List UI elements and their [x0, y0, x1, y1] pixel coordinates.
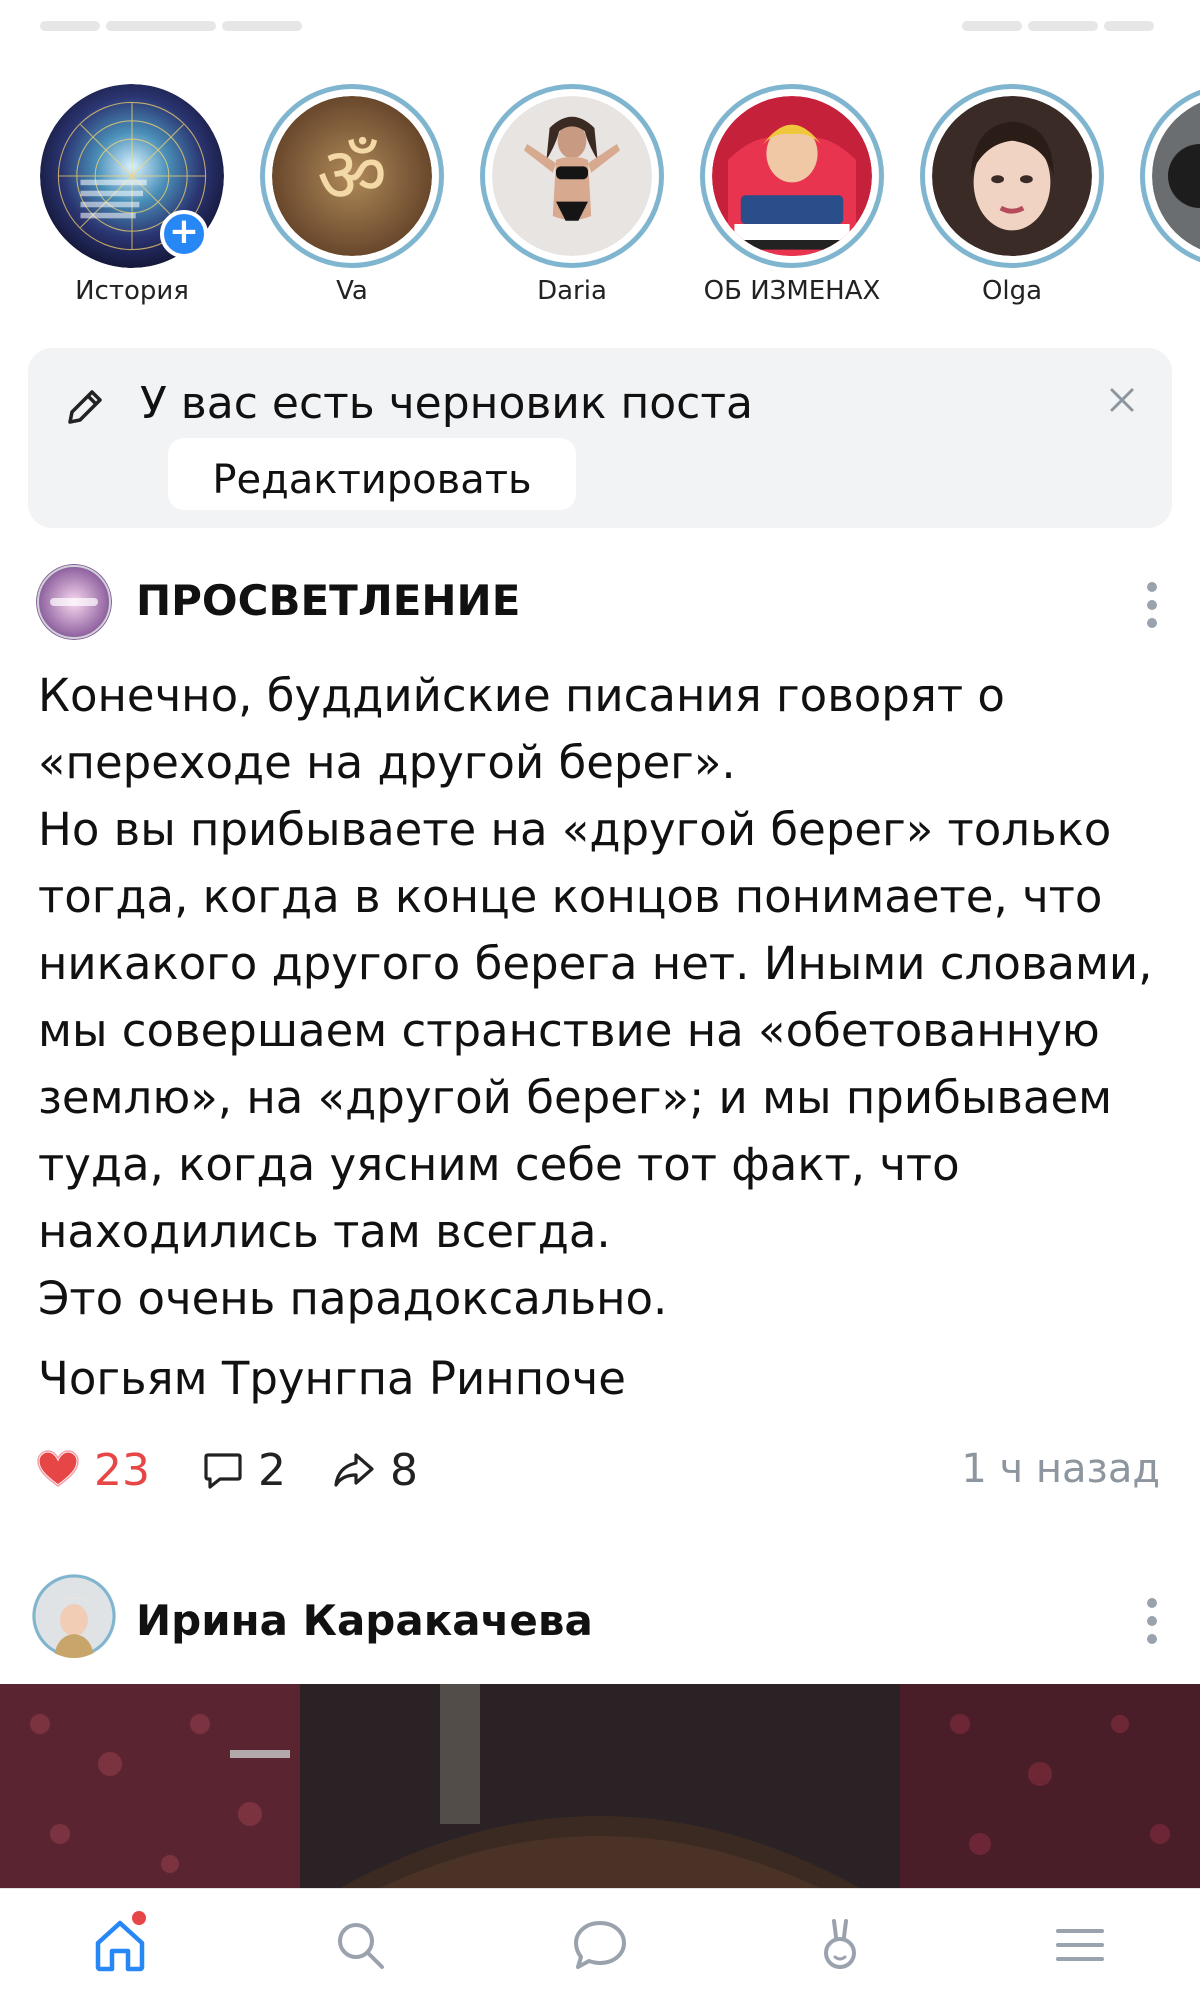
post-paragraph: Конечно, буддийские писания говорят о «п…: [38, 669, 1005, 789]
edit-draft-button[interactable]: Редактировать: [168, 438, 576, 510]
story-avatar-ring: [1140, 84, 1200, 268]
like-button[interactable]: 23: [34, 1440, 150, 1500]
story-partial[interactable]: [1120, 80, 1200, 320]
story-va[interactable]: ॐ Va: [240, 80, 450, 320]
share-count: 8: [390, 1444, 418, 1496]
story-name: ОБ ИЗМЕНАХ: [703, 276, 881, 306]
post-text: Конечно, буддийские писания говорят о «п…: [38, 662, 1168, 1332]
story-name: Daria: [537, 276, 607, 306]
story-own[interactable]: + История: [20, 80, 230, 320]
community-avatar-image: [36, 564, 112, 640]
more-options-icon[interactable]: [1144, 582, 1160, 634]
more-options-icon[interactable]: [1144, 1598, 1160, 1650]
messages-icon: [574, 1921, 626, 1969]
share-button[interactable]: 8: [330, 1440, 418, 1500]
story-avatar-ring: [920, 84, 1104, 268]
nav-menu[interactable]: [1048, 1913, 1112, 1977]
menu-icon: [1056, 1929, 1104, 1961]
daria-avatar: [492, 96, 652, 256]
nav-home[interactable]: [88, 1911, 152, 1977]
user-avatar[interactable]: [32, 1574, 116, 1658]
comment-button[interactable]: 2: [200, 1440, 286, 1500]
olga-avatar: [932, 96, 1092, 256]
partial-story-avatar: [1152, 102, 1200, 250]
post-paragraph: Но вы прибываете на «другой берег» тольк…: [38, 803, 1153, 1258]
story-avatar-ring: ॐ: [260, 84, 444, 268]
story-avatar-ring: [480, 84, 664, 268]
story-daria[interactable]: Daria: [460, 80, 670, 320]
nav-clips[interactable]: [808, 1913, 872, 1977]
stories-row: + История ॐ Va Daria ОБ ИЗМЕНАХ Olga: [0, 80, 1200, 320]
story-name: Olga: [981, 276, 1043, 306]
clips-icon: [824, 1919, 856, 1969]
status-bar-left: [40, 16, 340, 31]
nav-search[interactable]: [328, 1913, 392, 1977]
post-header: ПРОСВЕТЛЕНИЕ: [0, 560, 1200, 650]
comment-count: 2: [258, 1444, 286, 1496]
add-story-plus-icon[interactable]: +: [160, 210, 208, 258]
nav-messages[interactable]: [568, 1913, 632, 1977]
story-olga[interactable]: Olga: [900, 80, 1110, 320]
story-name: История: [75, 276, 189, 306]
community-avatar[interactable]: [36, 564, 112, 640]
post-author[interactable]: ПРОСВЕТЛЕНИЕ: [136, 576, 520, 625]
search-icon: [338, 1923, 384, 1969]
close-icon[interactable]: [1102, 380, 1142, 420]
svg-text:ॐ: ॐ: [317, 132, 387, 221]
izmenah-avatar: [712, 96, 872, 256]
comment-icon: [204, 1453, 242, 1489]
status-bar-right: [940, 16, 1160, 31]
heart-icon: [36, 1449, 80, 1488]
like-count: 23: [94, 1444, 150, 1496]
share-icon: [334, 1453, 374, 1487]
notification-dot: [132, 1911, 146, 1925]
user-avatar-image: [32, 1574, 116, 1658]
draft-message: У вас есть черновик поста: [140, 378, 753, 429]
status-bar: [0, 0, 1200, 56]
bottom-navigation: [0, 1888, 1200, 2001]
post-author[interactable]: Ирина Каракачева: [136, 1596, 593, 1645]
post-photo-image: [0, 1684, 1200, 1888]
post-header: Ирина Каракачева: [0, 1574, 1200, 1664]
post-actions: 23 2 8 1 ч назад: [0, 1440, 1200, 1500]
story-izmenah[interactable]: ОБ ИЗМЕНАХ: [680, 80, 890, 320]
story-name: Va: [336, 276, 368, 306]
post-time: 1 ч назад: [961, 1446, 1160, 1492]
draft-post-banner: У вас есть черновик поста Редактировать: [28, 348, 1172, 528]
post-signature: Чогьям Трунгпа Ринпоче: [38, 1352, 626, 1405]
post-photo[interactable]: [0, 1684, 1200, 1888]
om-symbol-avatar: ॐ: [272, 96, 432, 256]
pencil-icon: [68, 390, 102, 424]
post-paragraph: Это очень парадоксально.: [38, 1272, 668, 1325]
story-avatar-ring: [700, 84, 884, 268]
